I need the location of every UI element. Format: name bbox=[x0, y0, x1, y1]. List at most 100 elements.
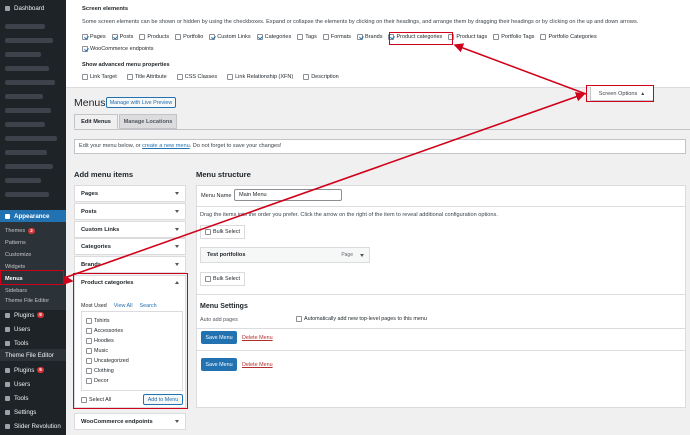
submenu-customize[interactable]: Customize bbox=[5, 252, 31, 258]
save-menu-button-bottom[interactable]: Save Menu bbox=[201, 358, 237, 371]
screen-options-toggle[interactable]: Screen Options ▲ bbox=[590, 87, 654, 101]
list-item[interactable]: Music bbox=[86, 348, 108, 354]
checkbox[interactable] bbox=[256, 34, 263, 40]
checkbox[interactable] bbox=[303, 74, 310, 80]
submenu-sidebars[interactable]: Sidebars bbox=[5, 288, 27, 294]
submenu-menus[interactable]: Menus bbox=[5, 276, 23, 282]
tab-search[interactable]: Search bbox=[140, 303, 157, 309]
list-item[interactable]: Clothing bbox=[86, 368, 114, 374]
tab-most-used[interactable]: Most Used bbox=[81, 303, 107, 309]
sidebar-item-slider-revolution[interactable]: Slider Revolution bbox=[0, 420, 66, 432]
option-portfolio-categories[interactable]: Portfolio Categories bbox=[540, 34, 597, 40]
chevron-down-icon[interactable] bbox=[360, 254, 364, 257]
option-woocommerce-endpoints[interactable]: WooCommerce endpoints bbox=[82, 46, 153, 52]
option-products[interactable]: Products bbox=[139, 34, 169, 40]
option-portfolio[interactable]: Portfolio bbox=[175, 34, 203, 40]
checkbox[interactable] bbox=[86, 378, 92, 384]
checkbox[interactable] bbox=[139, 34, 146, 40]
checkbox[interactable] bbox=[540, 34, 547, 40]
checkbox[interactable] bbox=[175, 34, 182, 40]
sidebar-item-users-2[interactable]: Users bbox=[0, 378, 66, 390]
product-categories-title[interactable]: Product categories bbox=[81, 280, 134, 286]
sidebar-item-appearance[interactable]: Appearance bbox=[0, 210, 66, 222]
delete-menu-link-bottom[interactable]: Delete Menu bbox=[242, 362, 273, 368]
select-all-checkbox[interactable]: Select All bbox=[81, 397, 111, 403]
checkbox[interactable] bbox=[82, 46, 88, 52]
option-product-tags[interactable]: Product tags bbox=[448, 34, 487, 40]
menu-item-test-portfolios[interactable]: Test portfolios Page bbox=[200, 247, 370, 263]
checkbox[interactable] bbox=[205, 276, 211, 282]
sidebar-item-tools[interactable]: Tools bbox=[0, 337, 66, 349]
chevron-up-icon[interactable] bbox=[175, 281, 179, 284]
sidebar-item-tools-2[interactable]: Tools bbox=[0, 392, 66, 404]
bulk-select-top[interactable]: Bulk Select bbox=[200, 225, 245, 239]
checkbox[interactable] bbox=[176, 74, 183, 80]
manage-live-preview-button[interactable]: Manage with Live Preview bbox=[106, 97, 176, 108]
option-link-relationship[interactable]: Link Relationship (XFN) bbox=[227, 74, 293, 80]
checkbox[interactable] bbox=[86, 318, 92, 324]
list-item[interactable]: Hoodies bbox=[86, 338, 114, 344]
sidebar-item-settings[interactable]: Settings bbox=[0, 406, 66, 418]
accordion-categories[interactable]: Categories bbox=[74, 238, 186, 255]
submenu-patterns[interactable]: Patterns bbox=[5, 240, 26, 246]
checkbox[interactable] bbox=[296, 316, 302, 322]
list-item[interactable]: Decor bbox=[86, 378, 108, 384]
checkbox[interactable] bbox=[205, 229, 211, 235]
delete-menu-link[interactable]: Delete Menu bbox=[242, 335, 273, 341]
list-item[interactable]: Accessories bbox=[86, 328, 123, 334]
sidebar-item-plugins[interactable]: Plugins 9 bbox=[0, 309, 66, 321]
checkbox[interactable] bbox=[448, 34, 455, 40]
option-description[interactable]: Description bbox=[303, 74, 339, 80]
menu-name-input[interactable]: Main Menu bbox=[234, 189, 342, 201]
checkbox[interactable] bbox=[86, 328, 92, 334]
checkbox[interactable] bbox=[82, 34, 88, 40]
option-pages[interactable]: Pages bbox=[82, 34, 106, 40]
tab-view-all[interactable]: View All bbox=[114, 303, 133, 309]
checkbox[interactable] bbox=[81, 397, 87, 403]
submenu-widgets[interactable]: Widgets bbox=[5, 264, 25, 270]
option-title-attribute[interactable]: Title Attribute bbox=[126, 74, 167, 80]
accordion-woocommerce-endpoints[interactable]: WooCommerce endpoints bbox=[74, 413, 186, 430]
sidebar-item-dashboard[interactable]: Dashboard bbox=[0, 2, 66, 14]
accordion-custom-links[interactable]: Custom Links bbox=[74, 221, 186, 238]
accordion-brands[interactable]: Brands bbox=[74, 256, 186, 273]
add-to-menu-button[interactable]: Add to Menu bbox=[143, 394, 183, 405]
option-formats[interactable]: Formats bbox=[322, 34, 351, 40]
checkbox[interactable] bbox=[86, 368, 92, 374]
checkbox[interactable] bbox=[357, 34, 364, 40]
option-css-classes[interactable]: CSS Classes bbox=[176, 74, 217, 80]
bulk-select-bottom[interactable]: Bulk Select bbox=[200, 272, 245, 286]
accordion-pages[interactable]: Pages bbox=[74, 185, 186, 202]
create-new-menu-link[interactable]: create a new menu bbox=[142, 143, 190, 149]
accordion-posts[interactable]: Posts bbox=[74, 203, 186, 220]
sidebar-item-users[interactable]: Users bbox=[0, 323, 66, 335]
checkbox[interactable] bbox=[388, 34, 395, 40]
checkbox[interactable] bbox=[209, 34, 216, 40]
option-posts[interactable]: Posts bbox=[111, 34, 133, 40]
checkbox[interactable] bbox=[82, 74, 88, 80]
list-item[interactable]: Tshirts bbox=[86, 318, 110, 324]
checkbox[interactable] bbox=[493, 34, 500, 40]
option-product-categories[interactable]: Product categories bbox=[388, 34, 442, 40]
sidebar-item-plugins-2[interactable]: Plugins 9 bbox=[0, 364, 66, 376]
sidebar-item-theme-file-editor[interactable]: Theme File Editor bbox=[0, 349, 66, 361]
checkbox[interactable] bbox=[86, 348, 92, 354]
submenu-themes[interactable]: Themes 2 bbox=[5, 228, 35, 234]
option-brands[interactable]: Brands bbox=[357, 34, 382, 40]
option-link-target[interactable]: Link Target bbox=[82, 74, 117, 80]
checkbox[interactable] bbox=[297, 34, 304, 40]
auto-add-pages-option[interactable]: Automatically add new top-level pages to… bbox=[296, 316, 427, 322]
option-tags[interactable]: Tags bbox=[297, 34, 317, 40]
checkbox[interactable] bbox=[126, 74, 133, 80]
option-categories[interactable]: Categories bbox=[256, 34, 291, 40]
submenu-theme-file-editor[interactable]: Theme File Editor bbox=[5, 298, 49, 304]
option-portfolio-tags[interactable]: Portfolio Tags bbox=[493, 34, 534, 40]
tab-edit-menus[interactable]: Edit Menus bbox=[74, 114, 118, 129]
list-item[interactable]: Uncategorized bbox=[86, 358, 129, 364]
checkbox[interactable] bbox=[111, 34, 118, 40]
save-menu-button[interactable]: Save Menu bbox=[201, 331, 237, 344]
checkbox[interactable] bbox=[322, 34, 329, 40]
option-custom-links[interactable]: Custom Links bbox=[209, 34, 251, 40]
checkbox[interactable] bbox=[227, 74, 234, 80]
tab-manage-locations[interactable]: Manage Locations bbox=[119, 114, 177, 129]
